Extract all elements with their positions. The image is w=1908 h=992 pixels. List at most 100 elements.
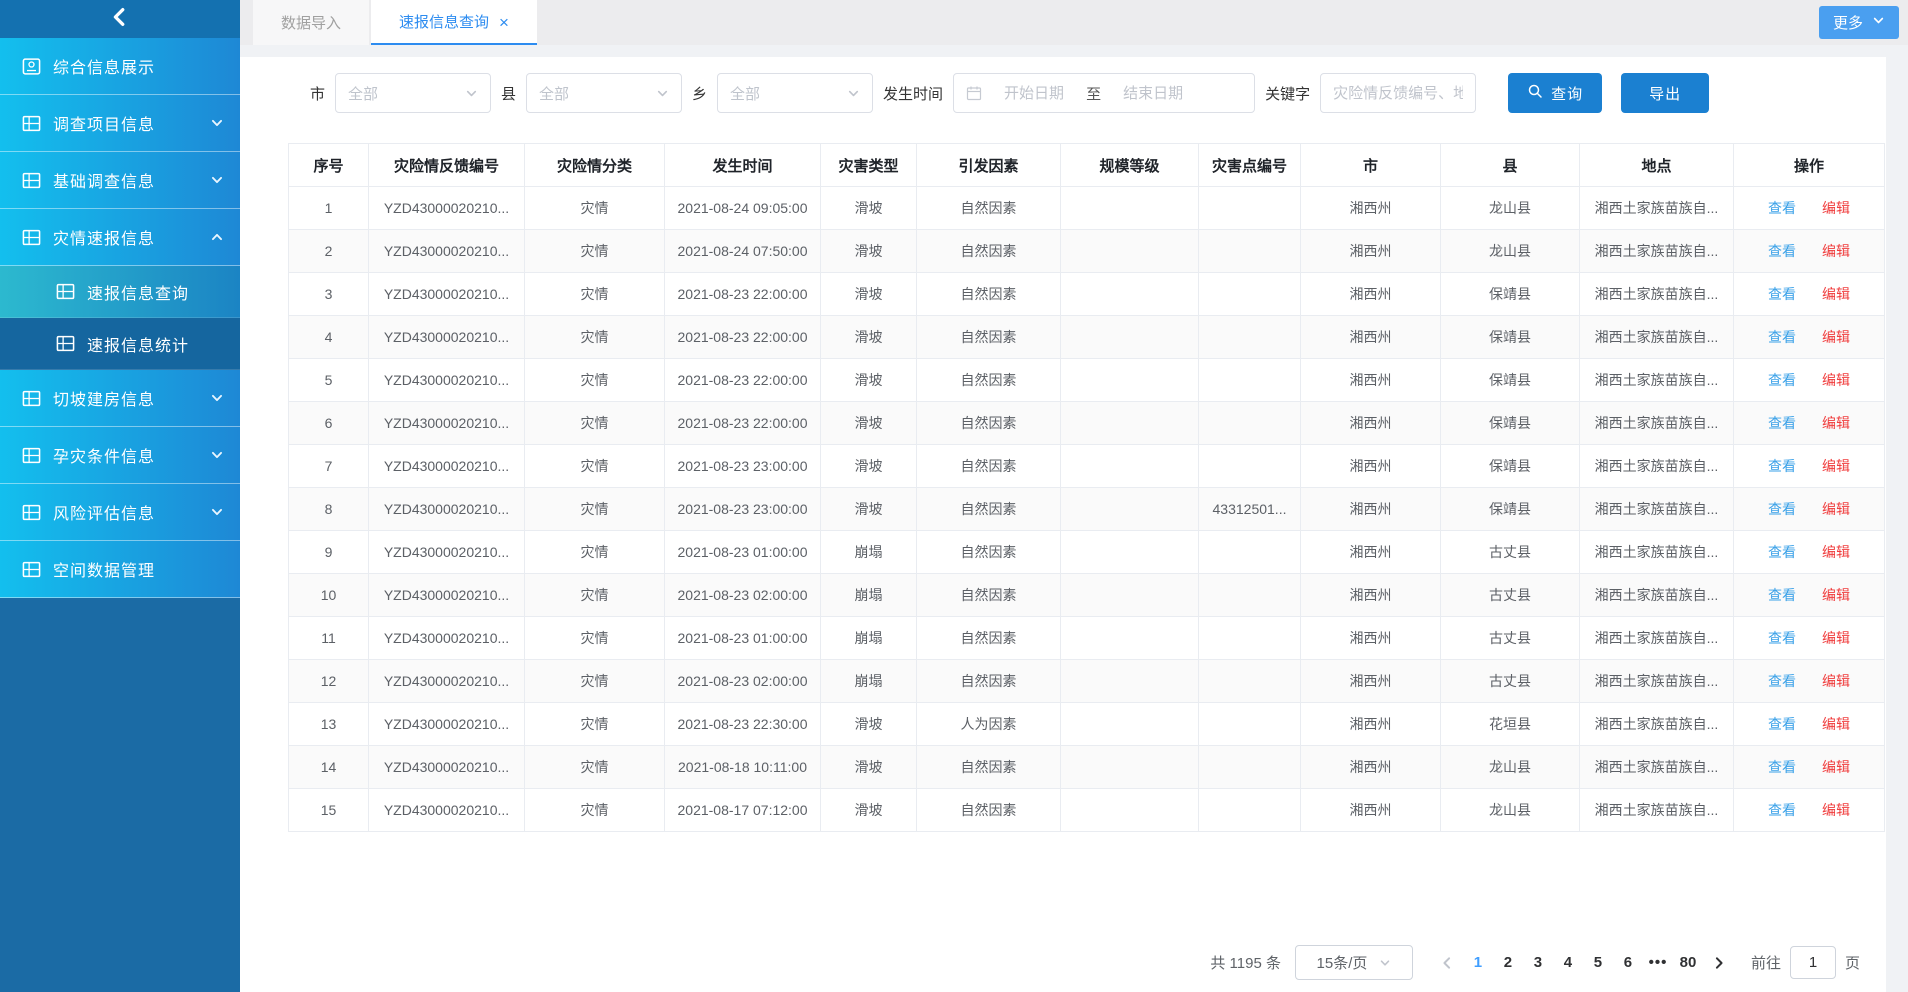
sidebar-item[interactable]: 基础调查信息 [0,152,240,209]
sidebar-menu: 综合信息展示调查项目信息基础调查信息灾情速报信息速报信息查询速报信息统计切坡建房… [0,38,240,598]
sidebar-item[interactable]: 调查项目信息 [0,95,240,152]
next-page-button[interactable] [1703,948,1735,978]
edit-link[interactable]: 编辑 [1822,329,1850,345]
page-number[interactable]: 3 [1523,948,1553,978]
close-icon[interactable]: × [499,14,509,31]
view-link[interactable]: 查看 [1768,458,1796,474]
edit-link[interactable]: 编辑 [1822,587,1850,603]
page-number[interactable]: 6 [1613,948,1643,978]
view-link[interactable]: 查看 [1768,630,1796,646]
town-select-value: 全部 [730,83,760,104]
chevron-down-icon [847,87,860,100]
table-row: 15YZD43000020210...灾情2021-08-17 07:12:00… [289,789,1885,832]
edit-link[interactable]: 编辑 [1822,372,1850,388]
county-select[interactable]: 全部 [526,73,682,113]
sidebar-subitem-label: 速报信息查询 [87,280,240,304]
keyword-input[interactable] [1320,73,1476,113]
sidebar-subitem[interactable]: 速报信息统计 [0,318,240,370]
table-icon [20,112,42,134]
tab[interactable]: 数据导入 [253,0,369,45]
table-cell: 自然因素 [917,789,1061,832]
table-cell: 湘西土家族苗族自... [1580,703,1734,746]
table-cell: 灾情 [525,531,665,574]
table-cell: 13 [289,703,369,746]
view-link[interactable]: 查看 [1768,329,1796,345]
sidebar-item[interactable]: 切坡建房信息 [0,370,240,427]
edit-link[interactable]: 编辑 [1822,544,1850,560]
content-card: 市 全部 县 全部 乡 全部 发生时间 [240,57,1886,992]
edit-link[interactable]: 编辑 [1822,243,1850,259]
sidebar-item[interactable]: 灾情速报信息 [0,209,240,266]
page-number-last[interactable]: 80 [1673,948,1703,978]
table-row: 9YZD43000020210...灾情2021-08-23 01:00:00崩… [289,531,1885,574]
edit-link[interactable]: 编辑 [1822,501,1850,517]
goto-page-input[interactable] [1790,946,1836,979]
more-button[interactable]: 更多 [1819,6,1899,39]
edit-link[interactable]: 编辑 [1822,716,1850,732]
page-number[interactable]: 5 [1583,948,1613,978]
edit-link[interactable]: 编辑 [1822,286,1850,302]
end-date-input[interactable] [1107,85,1199,102]
table-cell [1061,531,1199,574]
chevron-up-icon [210,230,224,244]
view-link[interactable]: 查看 [1768,372,1796,388]
view-link[interactable]: 查看 [1768,200,1796,216]
table-cell: 自然因素 [917,617,1061,660]
view-link[interactable]: 查看 [1768,759,1796,775]
prev-page-button[interactable] [1431,948,1463,978]
sidebar-item-label: 空间数据管理 [53,557,224,581]
table-cell: 2021-08-23 22:00:00 [665,359,821,402]
town-select[interactable]: 全部 [717,73,873,113]
table-cell: 保靖县 [1441,316,1580,359]
view-link[interactable]: 查看 [1768,286,1796,302]
edit-link[interactable]: 编辑 [1822,630,1850,646]
sidebar-collapse-button[interactable] [0,0,240,38]
sidebar-subitem[interactable]: 速报信息查询 [0,266,240,318]
search-button[interactable]: 查询 [1508,73,1602,113]
view-link[interactable]: 查看 [1768,673,1796,689]
table-cell [1199,230,1301,273]
edit-link[interactable]: 编辑 [1822,458,1850,474]
edit-link[interactable]: 编辑 [1822,759,1850,775]
view-link[interactable]: 查看 [1768,243,1796,259]
export-button[interactable]: 导出 [1621,73,1709,113]
view-link[interactable]: 查看 [1768,501,1796,517]
sidebar-item[interactable]: 孕灾条件信息 [0,427,240,484]
table-icon [20,444,42,466]
edit-link[interactable]: 编辑 [1822,802,1850,818]
page-number[interactable]: 1 [1463,948,1493,978]
table-row: 3YZD43000020210...灾情2021-08-23 22:00:00滑… [289,273,1885,316]
more-button-label: 更多 [1833,12,1863,33]
table-cell [1199,703,1301,746]
sidebar-item[interactable]: 综合信息展示 [0,38,240,95]
pagination-ellipsis[interactable]: ••• [1643,954,1673,971]
table-cell: 湘西土家族苗族自... [1580,789,1734,832]
tab[interactable]: 速报信息查询× [371,0,537,45]
sidebar-item-label: 孕灾条件信息 [53,443,210,467]
sidebar-item-label: 灾情速报信息 [53,225,210,249]
view-link[interactable]: 查看 [1768,544,1796,560]
table-cell: YZD43000020210... [369,402,525,445]
table-cell: 7 [289,445,369,488]
start-date-input[interactable] [988,85,1080,102]
page-size-select[interactable]: 15条/页 [1295,945,1413,980]
table-cell: 龙山县 [1441,187,1580,230]
edit-link[interactable]: 编辑 [1822,673,1850,689]
table-cell: 崩塌 [821,574,917,617]
table-cell: 花垣县 [1441,703,1580,746]
table-cell: YZD43000020210... [369,316,525,359]
sidebar-item[interactable]: 空间数据管理 [0,541,240,598]
view-link[interactable]: 查看 [1768,802,1796,818]
view-link[interactable]: 查看 [1768,716,1796,732]
page-number[interactable]: 4 [1553,948,1583,978]
table-cell: 龙山县 [1441,789,1580,832]
sidebar-item[interactable]: 风险评估信息 [0,484,240,541]
city-select[interactable]: 全部 [335,73,491,113]
view-link[interactable]: 查看 [1768,587,1796,603]
view-link[interactable]: 查看 [1768,415,1796,431]
page-number[interactable]: 2 [1493,948,1523,978]
edit-link[interactable]: 编辑 [1822,200,1850,216]
date-range-picker[interactable]: 至 [953,73,1255,113]
edit-link[interactable]: 编辑 [1822,415,1850,431]
table-cell: 2021-08-23 01:00:00 [665,531,821,574]
